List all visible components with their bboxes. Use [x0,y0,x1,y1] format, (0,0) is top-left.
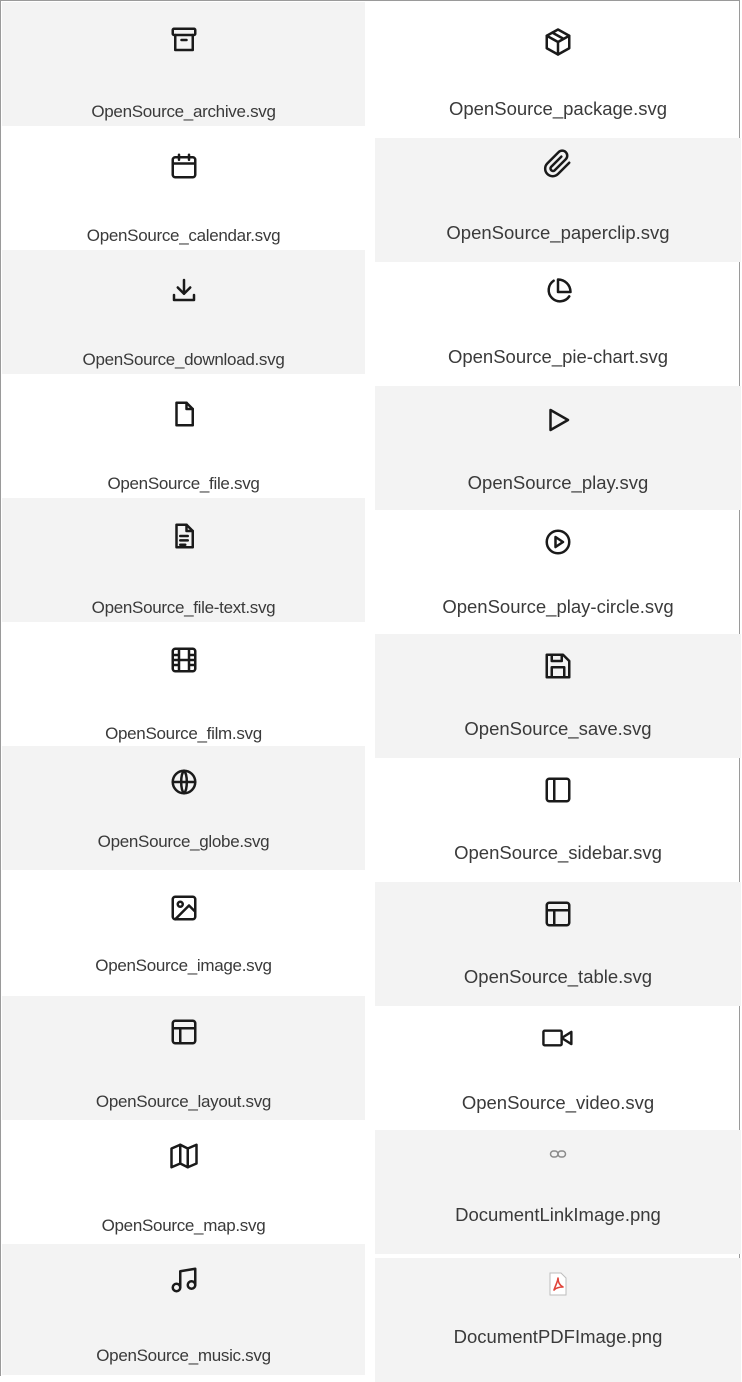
paperclip-icon [538,144,578,184]
file-tile[interactable]: OpenSource_pie-chart.svg [375,262,741,386]
calendar-icon [164,146,204,186]
file-column-left: OpenSource_archive.svg OpenSource_calend… [2,2,365,1375]
map-icon [164,1136,204,1176]
file-tile[interactable]: OpenSource_file-text.svg [2,498,365,622]
file-tile[interactable]: OpenSource_video.svg [375,1006,741,1130]
file-name-label: OpenSource_file.svg [107,474,260,493]
table-icon [538,894,578,934]
file-column-right: OpenSource_package.svg OpenSource_paperc… [375,2,741,1382]
file-name-label: DocumentPDFImage.png [453,1326,663,1347]
play-circle-icon [538,522,578,562]
file-name-label: OpenSource_calendar.svg [86,226,281,245]
file-name-label: OpenSource_archive.svg [91,102,276,121]
file-tile[interactable]: OpenSource_play.svg [375,386,741,510]
file-tile[interactable]: OpenSource_map.svg [2,1120,365,1244]
file-tile[interactable]: OpenSource_paperclip.svg [375,138,741,262]
file-name-label: OpenSource_play-circle.svg [442,596,674,617]
file-name-label: OpenSource_play.svg [467,472,649,493]
file-tile[interactable]: OpenSource_archive.svg [2,2,365,126]
file-tile[interactable]: OpenSource_table.svg [375,882,741,1006]
file-name-label: OpenSource_image.svg [95,956,272,975]
file-name-label: OpenSource_globe.svg [97,832,270,851]
sidebar-icon [538,770,578,810]
file-tile[interactable]: OpenSource_calendar.svg [2,126,365,250]
file-icon [164,394,204,434]
save-icon [538,646,578,686]
file-name-label: OpenSource_music.svg [96,1346,271,1365]
file-text-icon [164,516,204,556]
download-icon [164,270,204,310]
file-tile[interactable]: OpenSource_layout.svg [2,996,365,1120]
play-icon [538,400,578,440]
file-grid: OpenSource_archive.svg OpenSource_calend… [0,0,741,1382]
layout-icon [164,1012,204,1052]
file-tile[interactable]: OpenSource_play-circle.svg [375,510,741,634]
pie-chart-icon [538,272,578,312]
file-name-label: OpenSource_layout.svg [95,1092,272,1111]
globe-icon [164,762,204,802]
file-name-label: OpenSource_sidebar.svg [454,842,662,863]
file-tile[interactable]: OpenSource_music.svg [2,1244,365,1375]
link-icon [538,1134,578,1174]
file-tile[interactable]: DocumentLinkImage.png [375,1130,741,1254]
file-name-label: DocumentLinkImage.png [455,1204,661,1225]
file-tile[interactable]: OpenSource_globe.svg [2,746,365,870]
file-name-label: OpenSource_save.svg [464,718,652,739]
image-icon [164,888,204,928]
music-icon [164,1260,204,1300]
file-tile[interactable]: OpenSource_package.svg [375,2,741,138]
video-icon [538,1018,578,1058]
file-name-label: OpenSource_table.svg [463,966,653,987]
file-tile[interactable]: OpenSource_save.svg [375,634,741,758]
file-tile[interactable]: OpenSource_download.svg [2,250,365,374]
film-icon [164,640,204,680]
archive-icon [164,20,204,60]
file-name-label: OpenSource_download.svg [82,350,285,369]
file-name-label: OpenSource_paperclip.svg [446,222,670,243]
package-icon [538,22,578,62]
file-tile[interactable]: DocumentPDFImage.png [375,1258,741,1382]
file-name-label: OpenSource_video.svg [461,1092,655,1113]
pdf-icon [538,1264,578,1304]
file-tile[interactable]: OpenSource_image.svg [2,870,365,996]
file-name-label: OpenSource_film.svg [105,724,262,743]
file-name-label: OpenSource_pie-chart.svg [447,346,669,367]
file-tile[interactable]: OpenSource_film.svg [2,622,365,746]
file-tile[interactable]: OpenSource_file.svg [2,374,365,498]
file-tile[interactable]: OpenSource_sidebar.svg [375,758,741,882]
file-name-label: OpenSource_map.svg [101,1216,266,1235]
file-name-label: OpenSource_package.svg [448,98,668,119]
file-name-label: OpenSource_file-text.svg [91,598,276,617]
